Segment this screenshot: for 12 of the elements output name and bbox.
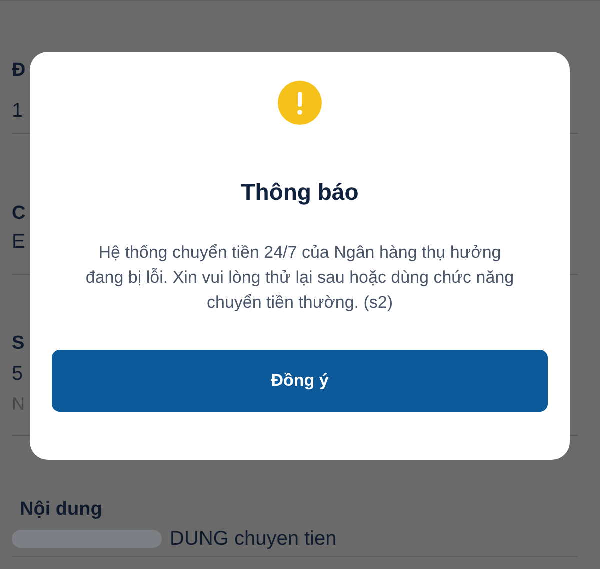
- field-label: C: [12, 202, 26, 226]
- field-label: S: [12, 332, 25, 356]
- dialog-message: Hệ thống chuyển tiền 24/7 của Ngân hàng thụ hưởng đang bị lỗi. Xin vui lòng thử lại sau hoặc dùng chức năng chuyển tiền thường. (s2): [84, 242, 516, 314]
- field-value: DUNG chuyen tien: [170, 527, 337, 552]
- field-value: 1: [12, 99, 24, 124]
- dialog-title: Thông báo: [241, 178, 359, 207]
- field-label: Nội dung: [20, 498, 102, 522]
- field-value: 5: [12, 362, 24, 387]
- warning-icon: [278, 81, 322, 125]
- field-label: Đ: [12, 59, 26, 83]
- agree-button[interactable]: Đồng ý: [52, 350, 548, 412]
- field-value: E: [12, 230, 26, 255]
